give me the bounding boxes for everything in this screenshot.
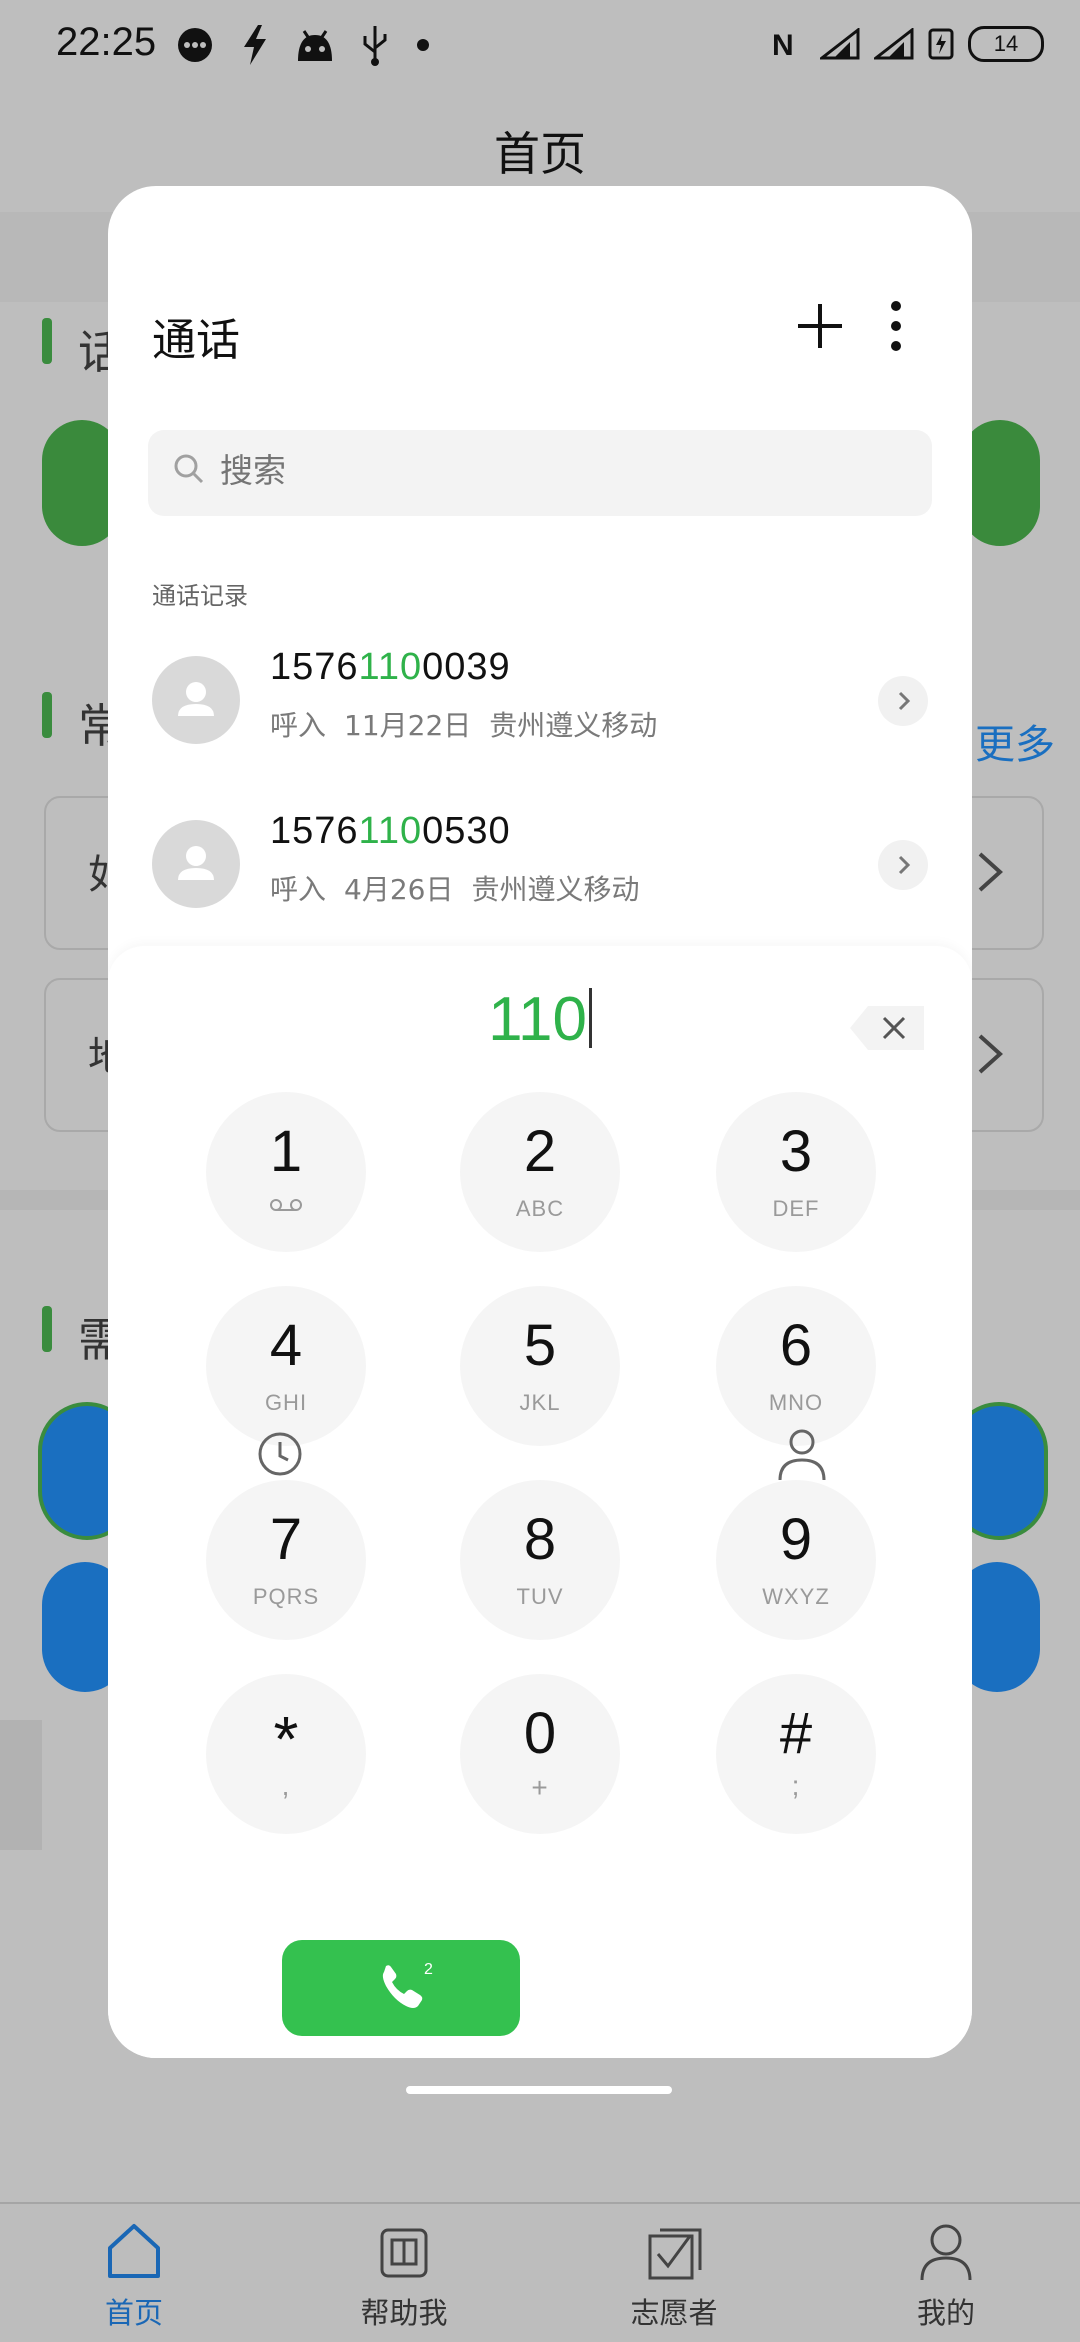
nfc-icon: N [772,29,794,59]
key-8[interactable]: 8 TUV [460,1480,620,1640]
call-log-row[interactable]: 15761100530 呼入 4月26日 贵州遵义移动 [108,798,972,948]
book-icon [380,2228,428,2278]
key-5[interactable]: 5 JKL [460,1286,620,1446]
key-7[interactable]: 7 PQRS [206,1480,366,1640]
usb-icon [363,26,387,66]
chevron-right-icon [898,691,911,711]
signal-4g-icon-2 [874,28,914,60]
backspace-button[interactable] [848,1000,928,1056]
message-icon [178,28,212,62]
call-log-number: 15761100039 [270,646,511,688]
key-6[interactable]: 6 MNO [716,1286,876,1446]
call-button[interactable]: 2 [282,1940,520,2036]
chevron-right-icon [978,852,1003,892]
call-log-label: 通话记录 [152,582,248,610]
nav-volunteer-label: 志愿者 [630,2296,718,2330]
nav-help-me-label: 帮助我 [360,2296,448,2330]
section-marker [42,692,52,738]
nav-mine[interactable]: 我的 [846,2204,1046,2342]
signal-4g-icon [820,28,860,60]
bottom-nav: 首页 帮助我 志愿者 我的 [0,2202,1080,2342]
bg-block [0,1720,42,1850]
dot-icon [417,39,429,51]
section-marker [42,318,52,364]
contacts-button[interactable] [776,1426,828,1482]
checkbox-icon [648,2228,702,2280]
key-hash[interactable]: # ; [716,1674,876,1834]
more-link: 更多 [975,722,1055,768]
key-3[interactable]: 3 DEF [716,1092,876,1252]
call-detail-button[interactable] [878,840,928,890]
chevron-right-icon [898,855,911,875]
key-2[interactable]: 2 ABC [460,1092,620,1252]
contact-placeholder-icon [178,682,214,716]
nav-home-label: 首页 [104,2296,163,2330]
dial-input-display[interactable]: 110 [108,984,972,1055]
text-cursor [588,988,592,1048]
status-notification-icons [176,24,430,66]
key-star[interactable]: * , [206,1674,366,1834]
key-4[interactable]: 4 GHI [206,1286,366,1446]
nav-home[interactable]: 首页 [34,2204,234,2342]
flash-icon [244,25,266,65]
person-icon [920,2224,972,2281]
avatar [152,656,240,744]
call-log-row[interactable]: 15761100039 呼入 11月22日 贵州遵义移动 [108,634,972,784]
android-icon [298,30,332,61]
status-system-icons: N 14 [772,26,1044,62]
sheet-title: 通话 [152,315,240,366]
call-log-number: 15761100530 [270,810,511,852]
search-bar[interactable] [148,430,932,516]
dial-pad-panel: 110 1 2 ABC 3 DEF 4 GHI 5 JKL 6 MNO 7 PQ… [108,946,972,2058]
charging-icon [928,28,954,60]
status-bar: 22:25 N 14 [0,0,1080,96]
recent-calls-button[interactable] [254,1428,306,1480]
avatar [152,820,240,908]
home-indicator[interactable] [406,2086,672,2094]
nav-volunteer[interactable]: 志愿者 [574,2204,774,2342]
phone-icon: 2 [382,1961,433,2008]
key-0[interactable]: 0 + [460,1674,620,1834]
more-options-button[interactable] [868,286,924,366]
status-time: 22:25 [56,20,157,64]
dialer-sheet: 通话 通话记录 15761100039 呼入11月22日贵州遵义移动 15761… [108,186,972,2058]
sim-slot-label: 2 [424,1961,433,1978]
contact-placeholder-icon [178,846,214,880]
key-9[interactable]: 9 WXYZ [716,1480,876,1640]
call-log-meta: 呼入 11月22日 贵州遵义移动 [270,709,658,742]
bg-green-button-right [960,420,1040,546]
nav-help-me[interactable]: 帮助我 [304,2204,504,2342]
home-icon [108,2224,160,2278]
page-title: 首页 [494,127,586,181]
call-log-meta: 呼入 4月26日 贵州遵义移动 [270,873,640,906]
nav-mine-label: 我的 [916,2296,975,2330]
section-marker [42,1306,52,1352]
add-contact-button[interactable] [780,286,860,366]
voicemail-icon [270,1199,302,1211]
svg-text:N: N [772,29,794,59]
key-1[interactable]: 1 [206,1092,366,1252]
call-detail-button[interactable] [878,676,928,726]
battery-indicator: 14 [968,26,1044,62]
search-icon [174,454,204,484]
search-input[interactable] [218,450,902,491]
chevron-right-icon [978,1034,1003,1074]
